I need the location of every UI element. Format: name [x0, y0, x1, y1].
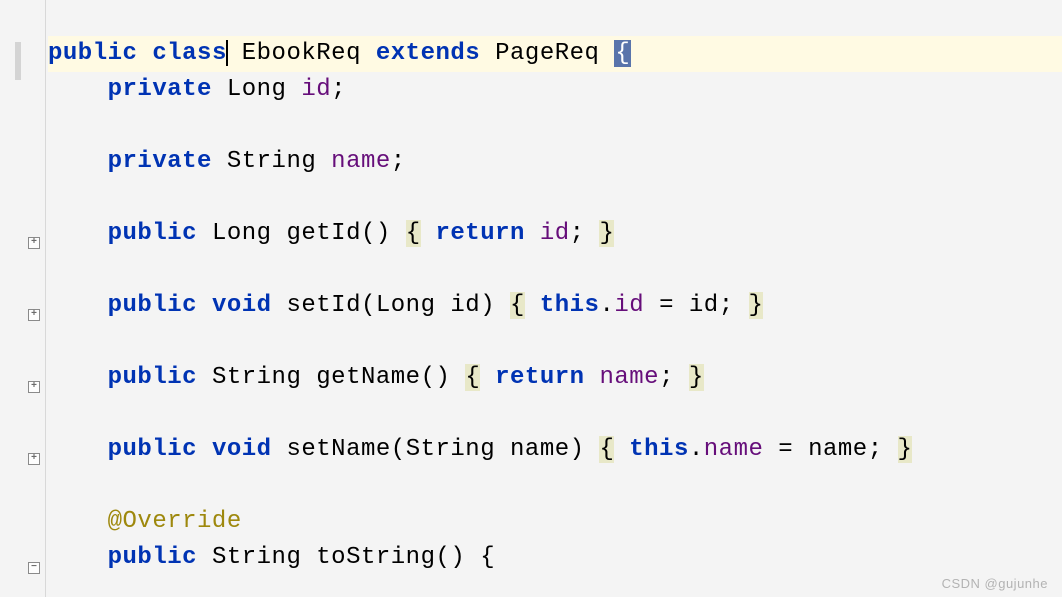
code-editor[interactable]: public class EbookReq extends PageReq { … — [0, 0, 1062, 597]
field-id: id — [540, 220, 570, 247]
code-line-blank[interactable] — [48, 252, 1062, 288]
code-line[interactable] — [48, 0, 1062, 36]
keyword-this: this — [629, 436, 689, 463]
class-name: EbookReq — [242, 40, 361, 67]
code-line-class-decl[interactable]: public class EbookReq extends PageReq { — [48, 36, 1062, 72]
type-string: String — [212, 364, 301, 391]
line-marker — [15, 42, 21, 80]
keyword-public: public — [108, 544, 197, 571]
keyword-public: public — [108, 436, 197, 463]
parent-class: PageReq — [495, 40, 599, 67]
field-name: name — [599, 364, 659, 391]
fold-icon[interactable] — [28, 381, 40, 393]
brace: { — [406, 220, 421, 247]
keyword-private: private — [108, 76, 212, 103]
code-line-field-id[interactable]: private Long id; — [48, 72, 1062, 108]
annotation-override: @Override — [108, 508, 242, 535]
code-line-getname[interactable]: public String getName() { return name; } — [48, 360, 1062, 396]
code-line-field-name[interactable]: private String name; — [48, 144, 1062, 180]
code-line-setid[interactable]: public void setId(Long id) { this.id = i… — [48, 288, 1062, 324]
type-long: Long — [212, 220, 272, 247]
keyword-void: void — [212, 292, 272, 319]
code-line-setname[interactable]: public void setName(String name) { this.… — [48, 432, 1062, 468]
fold-icon[interactable] — [28, 309, 40, 321]
code-line-blank[interactable] — [48, 108, 1062, 144]
method-getid: getId — [286, 220, 361, 247]
fold-icon[interactable] — [28, 453, 40, 465]
fold-icon[interactable] — [28, 237, 40, 249]
brace: } — [749, 292, 764, 319]
gutter — [0, 0, 46, 597]
method-tostring: toString — [316, 544, 435, 571]
brace-highlight: { — [614, 40, 631, 67]
code-line-getid[interactable]: public Long getId() { return id; } — [48, 216, 1062, 252]
keyword-return: return — [436, 220, 525, 247]
keyword-public: public — [108, 292, 197, 319]
keyword-public: public — [48, 40, 137, 67]
code-line-override[interactable]: @Override — [48, 504, 1062, 540]
keyword-private: private — [108, 148, 212, 175]
type-long: Long — [227, 76, 287, 103]
code-area[interactable]: public class EbookReq extends PageReq { … — [46, 0, 1062, 597]
keyword-public: public — [108, 220, 197, 247]
code-line-tostring[interactable]: public String toString() { — [48, 540, 1062, 576]
watermark: CSDN @gujunhe — [942, 576, 1048, 591]
brace: } — [599, 220, 614, 247]
type-string: String — [227, 148, 316, 175]
type-string: String — [212, 544, 301, 571]
code-line-blank[interactable] — [48, 468, 1062, 504]
method-setname: setName — [286, 436, 390, 463]
semicolon: ; — [331, 76, 346, 103]
code-line-blank[interactable] — [48, 180, 1062, 216]
field-name: name — [331, 148, 391, 175]
keyword-return: return — [495, 364, 584, 391]
keyword-extends: extends — [376, 40, 480, 67]
fold-icon-expanded[interactable] — [28, 562, 40, 574]
code-line-blank[interactable] — [48, 324, 1062, 360]
keyword-class: class — [152, 40, 227, 67]
keyword-public: public — [108, 364, 197, 391]
brace: } — [689, 364, 704, 391]
text-cursor — [226, 40, 228, 66]
brace: { — [465, 364, 480, 391]
keyword-void: void — [212, 436, 272, 463]
keyword-this: this — [540, 292, 600, 319]
semicolon: ; — [391, 148, 406, 175]
method-getname: getName — [316, 364, 420, 391]
brace: { — [599, 436, 614, 463]
field-id: id — [301, 76, 331, 103]
method-setid: setId — [286, 292, 361, 319]
code-line-blank[interactable] — [48, 396, 1062, 432]
brace: { — [510, 292, 525, 319]
brace: } — [898, 436, 913, 463]
